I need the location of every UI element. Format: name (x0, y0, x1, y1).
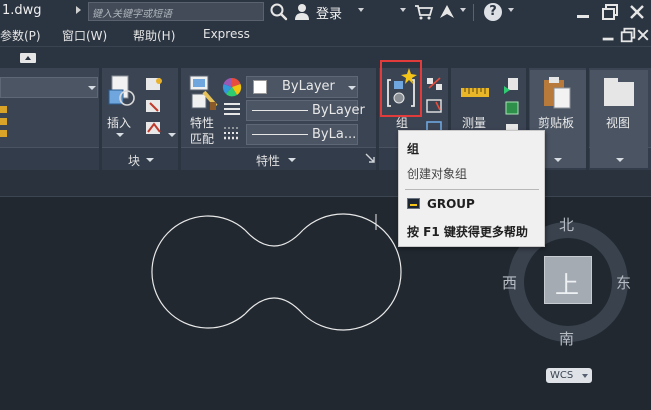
file-name: 1.dwg (2, 3, 42, 18)
layer-dropdown-caret-icon[interactable] (88, 86, 96, 90)
view-icon[interactable] (602, 76, 636, 108)
panel-separator (99, 68, 102, 170)
wcs-caret-icon[interactable] (582, 374, 588, 378)
insert-caret-icon[interactable] (116, 133, 124, 137)
menu-item-parametric[interactable]: 参数(P) (0, 27, 41, 44)
login-button[interactable]: 登录 (316, 3, 342, 22)
file-tab-area (0, 170, 651, 196)
block-panel-caret-icon[interactable] (146, 158, 154, 162)
panel-separator (586, 68, 589, 170)
group-label[interactable]: 组 (396, 114, 408, 131)
help-caret-icon[interactable] (508, 8, 514, 12)
lineweight-icon[interactable] (223, 126, 241, 140)
layer-tools-icon[interactable] (0, 104, 10, 140)
tooltip-command: GROUP (427, 197, 475, 211)
viewcube-top-face[interactable]: 上 (544, 256, 592, 304)
paste-icon[interactable] (540, 76, 574, 110)
restore-icon[interactable] (600, 2, 620, 22)
help-icon[interactable]: ? (484, 3, 502, 21)
viewcube-east[interactable]: 东 (616, 272, 631, 293)
tooltip-help-hint: 按 F1 键获得更多帮助 (407, 225, 528, 239)
viewcube-north[interactable]: 北 (559, 214, 574, 235)
menu-bar: 参数(P) 窗口(W) 帮助(H) Express (0, 25, 651, 46)
color-swatch (253, 80, 267, 94)
share-caret-icon[interactable] (460, 8, 466, 12)
panel-separator (376, 68, 379, 170)
properties-panel-caret-icon[interactable] (288, 158, 296, 162)
block-panel-title: 块 (128, 154, 141, 168)
title-bar: 1.dwg 键入关键字或短语 登录 ? (0, 0, 651, 25)
clipboard-panel-caret-icon[interactable] (554, 158, 562, 162)
search-icon[interactable] (268, 2, 290, 22)
cart-icon[interactable] (414, 4, 434, 20)
search-input[interactable]: 键入关键字或短语 (88, 2, 264, 21)
view-label[interactable]: 视图 (606, 114, 630, 131)
linetype-dropdown-value: ByLayer (312, 103, 365, 118)
menu-item-express[interactable]: Express (203, 27, 250, 41)
titlebar-separator (473, 4, 474, 21)
tooltip-divider (405, 189, 539, 190)
menu-item-help[interactable]: 帮助(H) (133, 27, 175, 44)
properties-panel-title: 特性 (256, 154, 281, 168)
viewcube-west[interactable]: 西 (502, 272, 517, 293)
ribbon-tab-strip (0, 46, 651, 68)
measure-label[interactable]: 测量 (462, 114, 486, 131)
insert-label[interactable]: 插入 (107, 114, 131, 131)
linetype-sample-line (252, 110, 308, 111)
doc-close-icon[interactable] (635, 26, 651, 44)
clipboard-label[interactable]: 剪贴板 (538, 114, 574, 131)
dropdown-caret-icon[interactable] (400, 8, 406, 12)
viewcube-face-label: 上 (555, 271, 579, 299)
block-tools-icon[interactable] (144, 76, 164, 144)
viewcube-south[interactable]: 南 (559, 328, 574, 349)
panel-separator (178, 68, 181, 170)
menu-item-window[interactable]: 窗口(W) (62, 27, 107, 44)
tooltip-title: 组 (407, 142, 420, 156)
color-dropdown-value: ByLayer (282, 79, 335, 94)
color-wheel-icon[interactable] (222, 77, 242, 97)
lineweight-dropdown-value: ByLa... (312, 127, 357, 142)
match-props-label-2[interactable]: 匹配 (190, 130, 214, 147)
layer-dropdown[interactable] (0, 77, 98, 98)
color-dropdown-caret-icon[interactable] (348, 86, 356, 90)
group-button-highlight (380, 60, 422, 117)
ribbon-minimize-icon[interactable] (20, 53, 36, 63)
block-tools-caret-icon[interactable] (168, 133, 176, 137)
insert-block-icon[interactable] (106, 74, 138, 110)
user-icon[interactable] (294, 3, 310, 21)
utilities-tools-icon[interactable] (502, 76, 522, 138)
match-props-label-1[interactable]: 特性 (190, 114, 214, 131)
tooltip-description: 创建对象组 (407, 167, 468, 181)
match-properties-icon[interactable] (186, 74, 218, 112)
login-caret-icon[interactable] (358, 8, 364, 12)
doc-minimize-icon[interactable] (600, 26, 618, 44)
command-line-icon (407, 198, 420, 209)
linetype-icon[interactable] (223, 101, 241, 117)
group-tooltip: 组 创建对象组 GROUP 按 F1 键获得更多帮助 (398, 130, 545, 247)
lineweight-sample-line (252, 134, 308, 135)
minimize-icon[interactable] (574, 2, 594, 22)
workspace-caret-icon[interactable] (76, 6, 81, 14)
measure-icon[interactable] (460, 82, 490, 104)
properties-dialog-launcher-icon[interactable] (364, 152, 376, 164)
view-panel-caret-icon[interactable] (616, 158, 624, 162)
share-icon[interactable] (438, 3, 456, 21)
close-icon[interactable] (627, 2, 647, 22)
